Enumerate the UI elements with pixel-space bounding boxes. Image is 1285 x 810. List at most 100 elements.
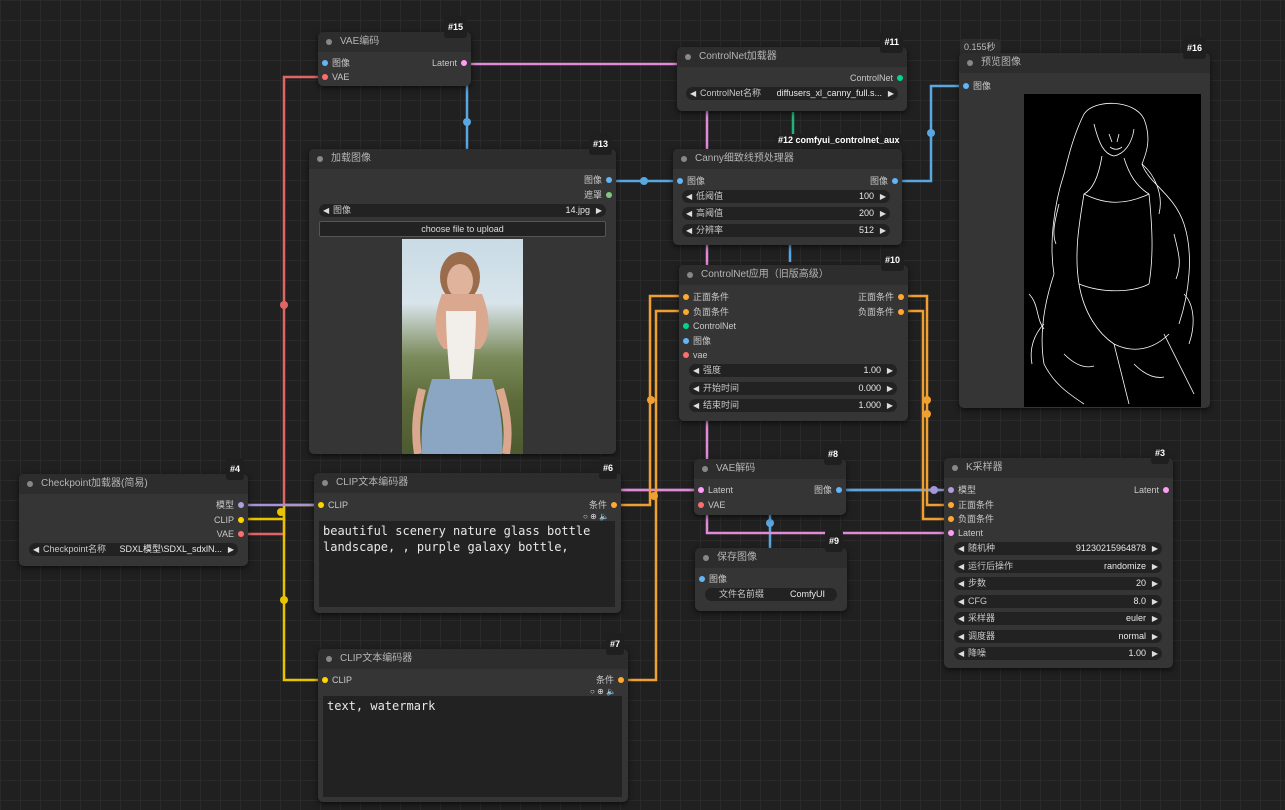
denoise-widget[interactable]: ◀ 降噪 1.00 ▶: [954, 647, 1162, 660]
text-widget-icons[interactable]: ○ ⊕ 🔈: [590, 687, 616, 696]
node-id: #8: [823, 443, 842, 465]
input-positive-label: 正面条件: [693, 292, 730, 302]
input-latent-socket[interactable]: [948, 530, 954, 536]
input-latent-label: Latent: [958, 528, 984, 538]
prompt-textarea[interactable]: beautiful scenery nature glass bottle la…: [319, 521, 615, 607]
steps-widget[interactable]: ◀ 步数 20 ▶: [954, 577, 1162, 590]
input-image-socket[interactable]: [963, 83, 969, 89]
output-vae-label: VAE: [216, 529, 234, 539]
output-image-label: 图像: [583, 175, 602, 185]
input-vae-label: VAE: [708, 500, 726, 510]
input-clip-socket[interactable]: [318, 502, 324, 508]
controlnet-name-combo[interactable]: ◀ ControlNet名称 diffusers_xl_canny_full.s..…: [686, 87, 898, 100]
node-title: CLIP文本编码器: [336, 477, 409, 488]
input-negative-socket[interactable]: [948, 516, 954, 522]
high-threshold-widget[interactable]: ◀ 高阈值 200 ▶: [682, 207, 890, 220]
low-threshold-widget[interactable]: ◀ 低阈值 100 ▶: [682, 190, 890, 203]
output-vae-socket[interactable]: [238, 531, 244, 537]
output-negative-socket[interactable]: [898, 309, 904, 315]
input-negative-socket[interactable]: [683, 309, 689, 315]
output-latent-socket[interactable]: [461, 60, 467, 66]
output-conditioning-socket[interactable]: [618, 677, 624, 683]
node-ksampler[interactable]: K采样器 #3 模型 正面条件 负面条件 Latent Latent ◀ 随机种 91…: [944, 442, 1173, 668]
control-after-generate-widget[interactable]: ◀ 运行后操作 randomize ▶: [954, 560, 1162, 573]
node-title: VAE解码: [716, 463, 756, 474]
input-clip-socket[interactable]: [322, 677, 328, 683]
node-title: CLIP文本编码器: [340, 653, 413, 664]
node-checkpoint-loader[interactable]: Checkpoint加载器(简易) #4 模型 CLIP VAE ◀ Checkpo…: [19, 458, 248, 566]
seed-widget[interactable]: ◀ 随机种 91230215964878 ▶: [954, 542, 1162, 555]
node-title: 保存图像: [717, 552, 757, 563]
node-preview-image[interactable]: 预览图像 #16 图像: [959, 37, 1210, 408]
output-image-label: 图像: [869, 176, 888, 186]
output-image-socket[interactable]: [892, 178, 898, 184]
node-title: Canny细致线预处理器: [695, 153, 794, 164]
output-positive-socket[interactable]: [898, 294, 904, 300]
output-model-socket[interactable]: [238, 502, 244, 508]
output-image-socket[interactable]: [606, 177, 612, 183]
end-percent-widget[interactable]: ◀ 结束时间 1.000 ▶: [689, 399, 897, 412]
input-image-socket[interactable]: [677, 178, 683, 184]
output-controlnet-socket[interactable]: [897, 75, 903, 81]
node-id: #11: [880, 31, 903, 53]
node-id: #3: [1150, 442, 1169, 464]
node-clip-text-positive[interactable]: CLIP文本编码器 #6 CLIP 条件 ○ ⊕ 🔈 beautiful scen…: [314, 457, 621, 613]
output-image-socket[interactable]: [836, 487, 842, 493]
prompt-textarea[interactable]: text, watermark: [323, 696, 622, 797]
output-conditioning-socket[interactable]: [611, 502, 617, 508]
cfg-widget[interactable]: ◀ CFG 8.0 ▶: [954, 595, 1162, 608]
output-clip-socket[interactable]: [238, 517, 244, 523]
output-positive-label: 正面条件: [857, 292, 894, 302]
input-image-socket[interactable]: [699, 576, 705, 582]
input-vae-socket[interactable]: [698, 502, 704, 508]
input-vae-socket[interactable]: [322, 74, 328, 80]
input-image-socket[interactable]: [683, 338, 689, 344]
input-image-label: 图像: [332, 58, 351, 68]
input-clip-label: CLIP: [332, 675, 353, 685]
filename-prefix-field[interactable]: 文件名前缀 ComfyUI: [705, 588, 837, 601]
input-clip-label: CLIP: [328, 500, 349, 510]
execution-timer: 0.155秒: [960, 39, 1000, 54]
node-clip-text-negative[interactable]: CLIP文本编码器 #7 CLIP 条件 ○ ⊕ 🔈 text, watermar…: [318, 633, 628, 802]
output-image-label: 图像: [813, 485, 832, 495]
output-model-label: 模型: [215, 500, 234, 510]
input-latent-socket[interactable]: [698, 487, 704, 493]
node-id: #4: [225, 458, 244, 480]
node-canny-preprocessor[interactable]: Canny细致线预处理器 图像 图像 ◀ 低阈值 100 ▶ ◀ 高阈值 200 ▶ ◀ 分辨…: [673, 149, 902, 245]
input-model-label: 模型: [958, 485, 977, 495]
canny-edge-preview-image: [1024, 94, 1201, 407]
input-positive-socket[interactable]: [683, 294, 689, 300]
node-vae-decode[interactable]: VAE解码 #8 Latent VAE 图像: [694, 443, 846, 515]
node-load-image[interactable]: 加载图像 #13 图像 遮罩 ◀ 图像 14.jpg ▶ choose file to …: [309, 133, 616, 454]
image-file-combo[interactable]: ◀ 图像 14.jpg ▶: [319, 204, 606, 217]
node-id: #9: [824, 530, 843, 552]
input-positive-socket[interactable]: [948, 502, 954, 508]
node-vae-encode[interactable]: VAE编码 #15 图像 VAE Latent: [318, 16, 471, 86]
output-conditioning-label: 条件: [595, 675, 614, 685]
text-widget-icons[interactable]: ○ ⊕ 🔈: [583, 512, 609, 521]
input-controlnet-socket[interactable]: [683, 323, 689, 329]
input-vae-label: vae: [693, 350, 708, 360]
node-12-collapsed-label[interactable]: #12 comfyui_controlnet_aux: [775, 134, 903, 146]
node-title: 预览图像: [981, 57, 1021, 68]
checkpoint-name-combo[interactable]: ◀ Checkpoint名称 SDXL模型\SDXL_sdxlN... ▶: [29, 543, 238, 556]
node-controlnet-apply[interactable]: ControlNet应用（旧版高级） #10 正面条件 负面条件 ControlN…: [679, 249, 908, 421]
input-controlnet-label: ControlNet: [693, 321, 737, 331]
strength-widget[interactable]: ◀ 强度 1.00 ▶: [689, 364, 897, 377]
scheduler-widget[interactable]: ◀ 调度器 normal ▶: [954, 630, 1162, 643]
start-percent-widget[interactable]: ◀ 开始时间 0.000 ▶: [689, 382, 897, 395]
input-model-socket[interactable]: [948, 487, 954, 493]
upload-button[interactable]: choose file to upload: [319, 221, 606, 237]
node-id: #15: [443, 16, 467, 38]
node-id: #6: [598, 457, 617, 479]
resolution-widget[interactable]: ◀ 分辨率 512 ▶: [682, 224, 890, 237]
node-controlnet-loader[interactable]: ControlNet加载器 #11 ControlNet ◀ ControlNet名…: [677, 31, 907, 111]
input-vae-socket[interactable]: [683, 352, 689, 358]
output-latent-socket[interactable]: [1163, 487, 1169, 493]
node-title: ControlNet应用（旧版高级）: [701, 269, 829, 280]
output-mask-socket[interactable]: [606, 192, 612, 198]
node-title: 加载图像: [331, 153, 371, 164]
sampler-widget[interactable]: ◀ 采样器 euler ▶: [954, 612, 1162, 625]
input-image-socket[interactable]: [322, 60, 328, 66]
node-save-image[interactable]: 保存图像 #9 图像 文件名前缀 ComfyUI: [695, 530, 847, 611]
